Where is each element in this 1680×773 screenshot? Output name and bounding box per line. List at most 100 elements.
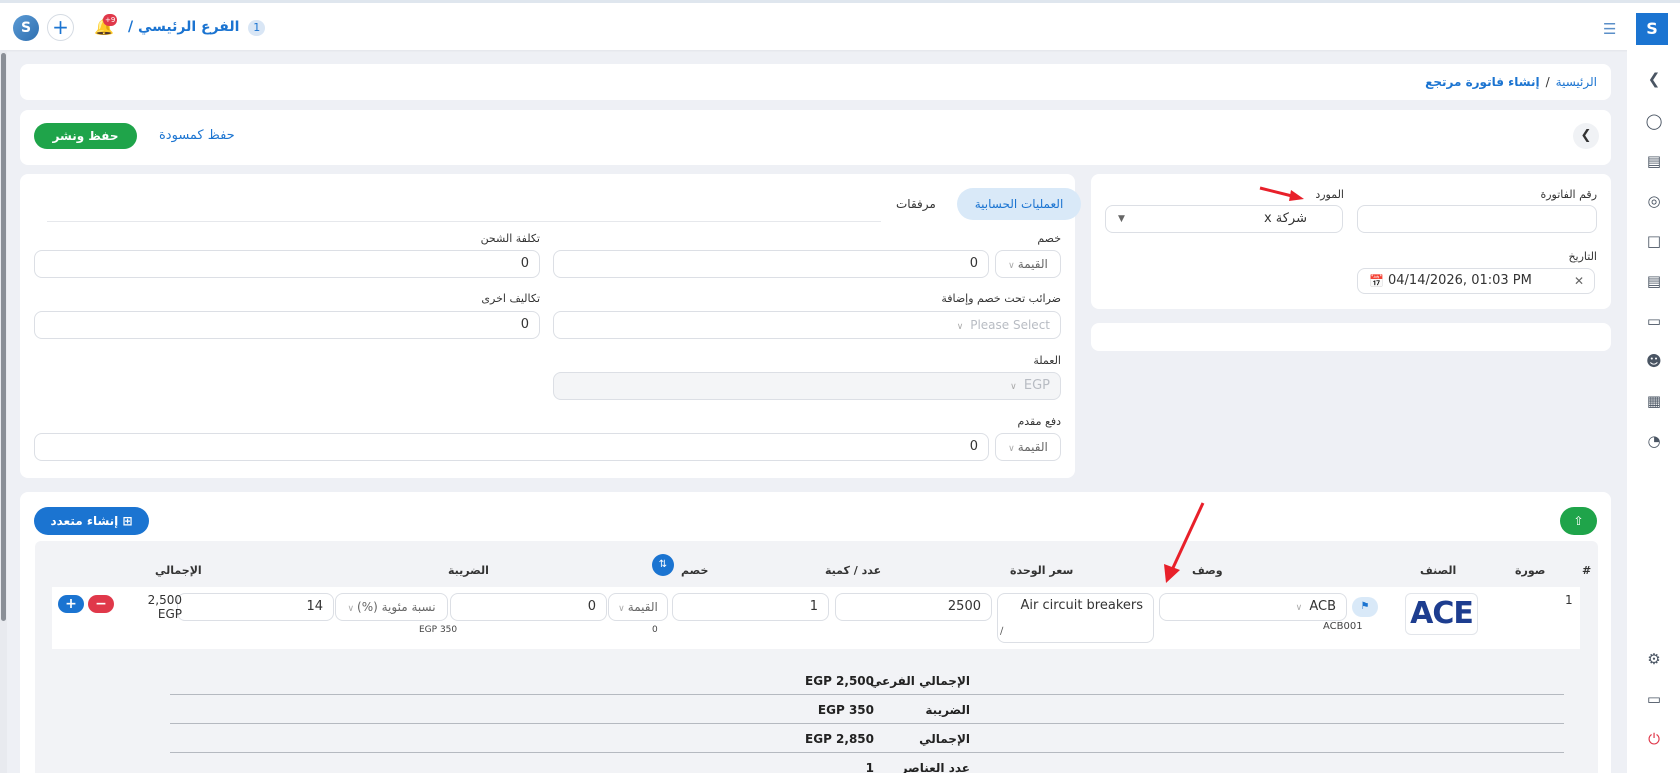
other-costs-input[interactable]: 0: [34, 311, 540, 339]
qty-input[interactable]: 1: [672, 593, 829, 621]
summary-label: عدد العناصر: [900, 761, 970, 773]
add-icon[interactable]: +: [47, 14, 74, 41]
brand-logo-icon[interactable]: S: [13, 15, 39, 41]
summary-item-count: عدد العناصر 1: [170, 753, 1564, 773]
shipping-input[interactable]: 0: [34, 250, 540, 278]
discount-input[interactable]: 0: [553, 250, 989, 278]
row-discount-amount: 0: [652, 625, 658, 635]
unit-price-input[interactable]: 2500: [835, 593, 992, 621]
add-row-button[interactable]: +: [58, 595, 84, 613]
chevron-down-icon: ∨: [1008, 444, 1015, 454]
sales-icon[interactable]: ◎: [1643, 190, 1665, 212]
row-discount-type: القيمة: [627, 600, 658, 614]
scrollbar-thumb[interactable]: [1, 53, 6, 621]
currency-select: EGP ∨: [553, 372, 1061, 400]
col-header-num: #: [1582, 564, 1592, 577]
app-logo[interactable]: S: [1636, 13, 1668, 45]
right-sidebar: ❮ ◯ ▤ ◎ □ ▤ ▭ ☻ ▦ ◔ ⚙ ▭ ⏻: [1627, 50, 1680, 773]
discount-type-value: القيمة: [1017, 257, 1048, 271]
purchases-icon[interactable]: ▤: [1643, 270, 1665, 292]
taxes-placeholder: Please Select: [970, 318, 1050, 332]
supplier-select[interactable]: شركة x ▼: [1105, 205, 1343, 233]
chevron-down-icon: ∨: [1010, 382, 1017, 392]
clear-date-icon[interactable]: ✕: [1574, 269, 1584, 293]
resize-handle-icon[interactable]: ∕: [1000, 620, 1003, 644]
advance-type-value: القيمة: [1017, 440, 1048, 454]
col-header-description: وصف: [1192, 564, 1223, 577]
branch-name: الفرع الرئيسي /: [128, 19, 240, 35]
row-total: 2,500 EGP: [142, 593, 182, 621]
bookmark-icon[interactable]: ⚑: [1352, 597, 1378, 617]
taxes-select[interactable]: Please Select ∨: [553, 311, 1061, 339]
breadcrumb-home[interactable]: الرئيسية: [1556, 75, 1597, 89]
items-card: ⊞ إنشاء متعدد ⇧ # صورة الصنف وصف سعر الو…: [20, 492, 1611, 773]
row-tax-type-select[interactable]: نسبة مئوية (%)∨: [335, 593, 448, 621]
date-label: التاريخ: [1568, 250, 1597, 263]
toggle-discount-icon[interactable]: ⇅: [652, 554, 674, 576]
collapse-button[interactable]: ❮: [1573, 123, 1599, 149]
summary-label: الإجمالي الفرعي: [869, 674, 970, 688]
scroll-top-button[interactable]: ⇧: [1560, 507, 1597, 535]
hamburger-icon[interactable]: ☰: [1603, 20, 1616, 38]
accounting-icon[interactable]: ▦: [1643, 390, 1665, 412]
row-tax-type: نسبة مئوية (%): [357, 600, 436, 614]
chevron-left-icon[interactable]: ❮: [1643, 68, 1665, 90]
row-tax-input[interactable]: 14: [177, 593, 334, 621]
discount-label: خصم: [1037, 232, 1061, 245]
row-total-currency: EGP: [157, 607, 182, 621]
breadcrumb-separator: /: [1545, 75, 1550, 89]
tab-calculations[interactable]: العمليات الحسابية: [957, 188, 1081, 220]
advance-input[interactable]: 0: [34, 433, 989, 461]
col-header-qty: عدد / كمية: [825, 564, 882, 577]
item-code: ACB001: [1323, 621, 1363, 632]
pos-icon[interactable]: ▤: [1643, 150, 1665, 172]
notifications-button[interactable]: 🔔 +9: [94, 14, 118, 39]
branch-selector[interactable]: 1 الفرع الرئيسي /: [128, 19, 266, 36]
currency-label: العملة: [1033, 354, 1061, 367]
date-input[interactable]: 📅 04/14/2026, 01:03 PM ✕: [1357, 268, 1595, 294]
item-logo-text: ACE: [1410, 596, 1474, 631]
tab-attachments[interactable]: مرفقات: [896, 197, 936, 211]
chevron-down-icon: ∨: [1008, 261, 1015, 271]
col-header-discount: خصم: [681, 564, 709, 577]
invoice-number-input[interactable]: [1357, 205, 1597, 233]
publish-button[interactable]: حفظ ونشر: [34, 123, 137, 149]
advance-label: دفع مقدم: [1017, 415, 1061, 428]
save-draft-button[interactable]: حفظ كمسودة: [159, 128, 235, 143]
chevron-down-icon: ∨: [347, 604, 355, 614]
chevron-down-icon: ∨: [1295, 603, 1303, 613]
window-icon[interactable]: ▭: [1643, 688, 1665, 710]
power-icon[interactable]: ⏻: [1643, 728, 1665, 750]
discount-type-select[interactable]: القيمة∨: [995, 250, 1061, 278]
branch-number: 1: [248, 20, 266, 36]
plus-square-icon: ⊞: [122, 514, 133, 528]
inventory-icon[interactable]: ▭: [1643, 310, 1665, 332]
taxes-label: ضرائب تحت خصم وإضافة: [941, 292, 1061, 305]
notification-badge: +9: [103, 14, 118, 26]
item-select[interactable]: ACB ∨: [1159, 593, 1347, 621]
dashboard-icon[interactable]: ◯: [1643, 110, 1665, 132]
settings-icon[interactable]: ⚙: [1643, 648, 1665, 670]
calendar-icon: 📅: [1369, 274, 1384, 288]
supplier-label: المورد: [1315, 188, 1344, 201]
users-icon[interactable]: ☻: [1643, 350, 1665, 372]
advance-type-select[interactable]: القيمة∨: [995, 433, 1061, 461]
info-extra-card: [1091, 323, 1611, 351]
summary-value: 1: [865, 761, 874, 773]
currency-value: EGP: [1023, 378, 1050, 393]
actions-bar: حفظ ونشر حفظ كمسودة ❮: [20, 110, 1611, 165]
invoice-icon[interactable]: □: [1643, 230, 1665, 252]
invoice-number-label: رقم الفاتورة: [1540, 188, 1597, 201]
item-value: ACB: [1309, 599, 1336, 614]
top-bar: S + 🔔 +9 1 الفرع الرئيسي / ☰ S: [0, 0, 1680, 50]
row-discount-input[interactable]: 0: [450, 593, 607, 621]
remove-row-button[interactable]: −: [88, 595, 114, 613]
scrollbar[interactable]: [0, 51, 7, 773]
summary-label: الضريبة: [925, 703, 970, 717]
row-discount-type-select[interactable]: القيمة∨: [608, 593, 668, 621]
reports-icon[interactable]: ◔: [1643, 430, 1665, 452]
create-multiple-button[interactable]: ⊞ إنشاء متعدد: [34, 507, 149, 535]
row-number: 1: [1565, 593, 1573, 607]
description-input[interactable]: Air circuit breakers ∕: [997, 593, 1154, 643]
supplier-value: شركة x: [1263, 211, 1307, 226]
